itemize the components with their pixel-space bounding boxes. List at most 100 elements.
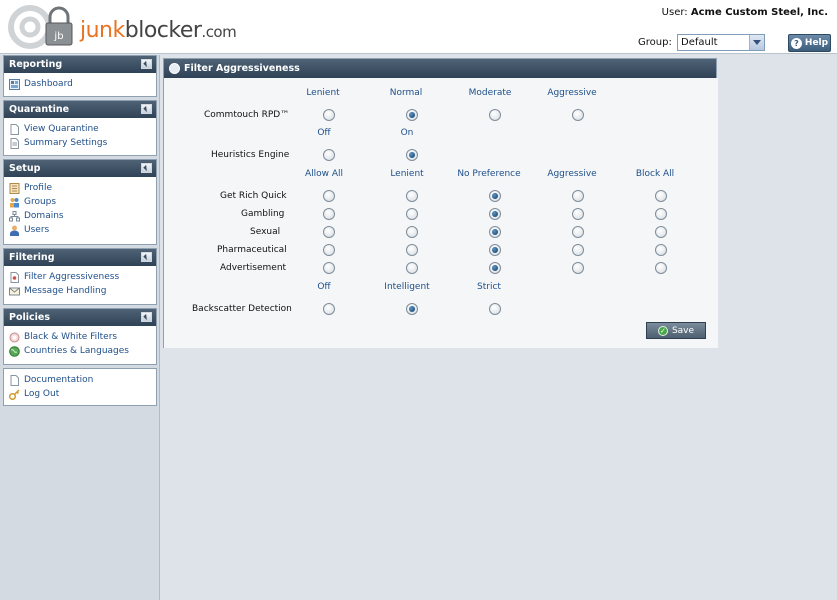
document-icon	[10, 137, 19, 149]
app-header: jb junkblocker.com User: Acme Custom Ste…	[0, 0, 837, 54]
get-rich-quick-radio-block-all[interactable]	[655, 190, 667, 202]
backscatter-radio-off[interactable]	[323, 303, 335, 315]
save-button[interactable]: ✓ Save	[646, 322, 706, 339]
gambling-radio-no-preference[interactable]	[489, 208, 501, 220]
get-rich-quick-radio-allow-all[interactable]	[323, 190, 335, 202]
pharmaceutical-radio-aggressive[interactable]	[572, 244, 584, 256]
commtouch-radio-aggressive[interactable]	[572, 109, 584, 121]
advertisement-radio-aggressive[interactable]	[572, 262, 584, 274]
backscatter-radio-strict[interactable]	[489, 303, 501, 315]
lock-at-icon: jb	[8, 5, 73, 49]
collapse-icon[interactable]	[141, 163, 152, 173]
sexual-radio-aggressive[interactable]	[572, 226, 584, 238]
gambling-radio-lenient[interactable]	[406, 208, 418, 220]
commtouch-radio-lenient[interactable]	[323, 109, 335, 121]
collapse-icon[interactable]	[141, 312, 152, 322]
sidebar-item-documentation[interactable]: Documentation	[9, 373, 151, 387]
backscatter-radio-intelligent[interactable]	[406, 303, 418, 315]
chevron-down-icon[interactable]	[749, 35, 764, 50]
document-icon	[10, 271, 19, 283]
heuristics-radio-on[interactable]	[406, 149, 418, 161]
category-col-aggressive: Aggressive	[547, 169, 597, 179]
advertisement-radio-no-preference[interactable]	[489, 262, 501, 274]
reporting-header[interactable]: Reporting	[4, 56, 156, 73]
advertisement-radio-allow-all[interactable]	[323, 262, 335, 274]
category-col-allow-all: Allow All	[304, 169, 344, 179]
sidebar-item-profile[interactable]: Profile	[9, 181, 151, 195]
filtering-panel: Filtering Filter Aggressiveness Message …	[3, 248, 157, 305]
panel-icon	[169, 63, 180, 74]
backscatter-label: Backscatter Detection	[192, 304, 292, 314]
user-info: User: Acme Custom Steel, Inc.	[661, 7, 828, 18]
sidebar-item-filter-aggressiveness[interactable]: Filter Aggressiveness	[9, 270, 151, 284]
heuristics-radio-off[interactable]	[323, 149, 335, 161]
heuristics-label: Heuristics Engine	[211, 150, 290, 160]
pharmaceutical-radio-no-preference[interactable]	[489, 244, 501, 256]
logo-wordmark: junkblocker.com	[80, 17, 237, 43]
gambling-radio-block-all[interactable]	[655, 208, 667, 220]
sexual-radio-no-preference[interactable]	[489, 226, 501, 238]
category-col-no-preference: No Preference	[457, 169, 521, 179]
help-button[interactable]: ? Help	[788, 34, 831, 52]
sidebar-item-view-quarantine[interactable]: View Quarantine	[9, 122, 151, 136]
filter-icon	[9, 332, 20, 342]
reporting-panel: Reporting Dashboard	[3, 55, 157, 97]
heuristics-col-off: Off	[317, 128, 331, 138]
commtouch-col-lenient: Lenient	[306, 88, 340, 98]
collapse-icon[interactable]	[141, 252, 152, 262]
svg-text:jb: jb	[53, 31, 63, 42]
commtouch-col-normal: Normal	[389, 88, 423, 98]
junkblocker-logo: jb junkblocker.com	[6, 4, 237, 50]
category-label-gambling: Gambling	[241, 209, 285, 219]
sidebar-item-groups[interactable]: Groups	[9, 195, 151, 209]
sexual-radio-block-all[interactable]	[655, 226, 667, 238]
get-rich-quick-radio-lenient[interactable]	[406, 190, 418, 202]
sidebar-item-users[interactable]: Users	[9, 223, 151, 237]
sidebar-item-countries-languages[interactable]: Countries & Languages	[9, 344, 151, 358]
pharmaceutical-radio-block-all[interactable]	[655, 244, 667, 256]
document-icon	[10, 374, 19, 386]
policies-panel: Policies Black & White Filters Countries…	[3, 308, 157, 365]
key-icon	[9, 388, 20, 400]
category-label-advertisement: Advertisement	[220, 263, 287, 273]
sidebar: Reporting Dashboard Quarantine View Quar…	[0, 55, 160, 600]
setup-panel: Setup Profile Groups Domains Users	[3, 159, 157, 245]
sidebar-item-domains[interactable]: Domains	[9, 209, 151, 223]
pharmaceutical-radio-lenient[interactable]	[406, 244, 418, 256]
domains-icon	[9, 210, 20, 221]
gambling-radio-allow-all[interactable]	[323, 208, 335, 220]
advertisement-radio-block-all[interactable]	[655, 262, 667, 274]
sidebar-item-summary-settings[interactable]: Summary Settings	[9, 136, 151, 150]
sidebar-item-black-white-filters[interactable]: Black & White Filters	[9, 330, 151, 344]
document-icon	[10, 123, 19, 135]
advertisement-radio-lenient[interactable]	[406, 262, 418, 274]
misc-panel: Documentation Log Out	[3, 368, 157, 406]
setup-header[interactable]: Setup	[4, 160, 156, 177]
sidebar-item-dashboard[interactable]: Dashboard	[9, 77, 151, 91]
collapse-icon[interactable]	[141, 59, 152, 69]
backscatter-col-intelligent: Intelligent	[384, 282, 430, 292]
filtering-header[interactable]: Filtering	[4, 249, 156, 266]
backscatter-col-off: Off	[317, 282, 331, 292]
sexual-radio-lenient[interactable]	[406, 226, 418, 238]
filter-aggressiveness-panel: Filter Aggressiveness Lenient Normal Mod…	[163, 58, 718, 348]
commtouch-label: Commtouch RPD™	[204, 110, 290, 120]
get-rich-quick-radio-aggressive[interactable]	[572, 190, 584, 202]
sidebar-item-log-out[interactable]: Log Out	[9, 387, 151, 401]
collapse-icon[interactable]	[141, 104, 152, 114]
group-select[interactable]: Default	[677, 34, 765, 51]
policies-header[interactable]: Policies	[4, 309, 156, 326]
quarantine-header[interactable]: Quarantine	[4, 101, 156, 118]
category-label-sexual: Sexual	[250, 227, 281, 237]
pharmaceutical-radio-allow-all[interactable]	[323, 244, 335, 256]
commtouch-radio-normal[interactable]	[406, 109, 418, 121]
checkmark-icon: ✓	[657, 325, 668, 336]
gambling-radio-aggressive[interactable]	[572, 208, 584, 220]
commtouch-col-aggressive: Aggressive	[547, 88, 597, 98]
commtouch-radio-moderate[interactable]	[489, 109, 501, 121]
sidebar-item-message-handling[interactable]: Message Handling	[9, 284, 151, 298]
backscatter-col-strict: Strict	[477, 282, 501, 292]
sexual-radio-allow-all[interactable]	[323, 226, 335, 238]
category-label-pharmaceutical: Pharmaceutical	[217, 245, 287, 255]
get-rich-quick-radio-no-preference[interactable]	[489, 190, 501, 202]
